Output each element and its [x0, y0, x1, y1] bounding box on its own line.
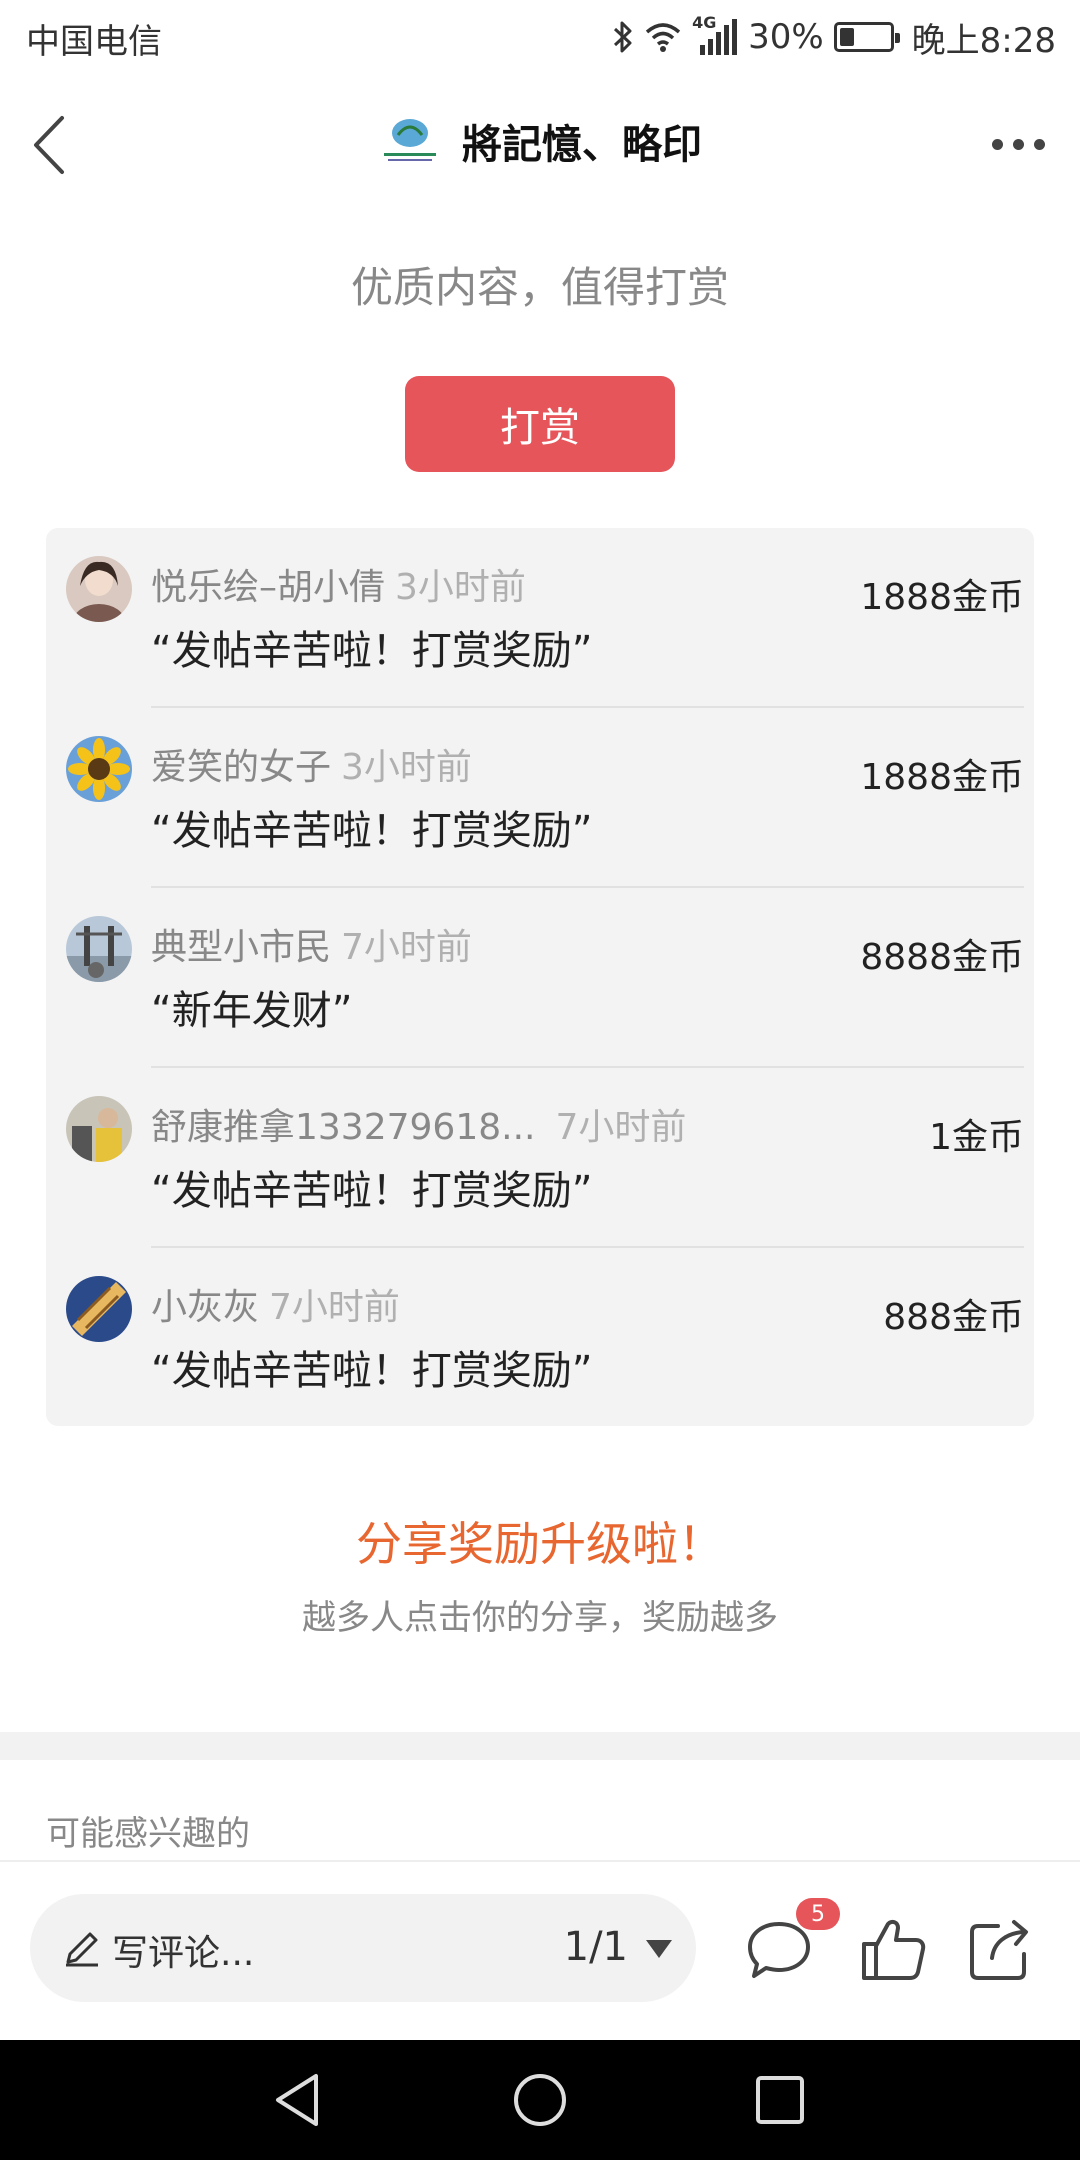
timestamp: 7小时前	[555, 1107, 687, 1148]
page: 中国电信 4G 30% 晚上8:28 將記憶、略印 优质内容，值得打赏 打赏 悦…	[0, 0, 1080, 2160]
caret-down-icon[interactable]	[644, 1938, 674, 1960]
reward-message: “发帖辛苦啦！打赏奖励”	[151, 808, 593, 854]
reward-message: “发帖辛苦啦！打赏奖励”	[151, 1348, 593, 1394]
nav-header: 將記憶、略印	[0, 74, 1080, 214]
page-title: 將記憶、略印	[462, 122, 702, 168]
timestamp: 3小时前	[395, 567, 526, 608]
clock: 晚上8:28	[911, 20, 1056, 61]
section-separator	[0, 1732, 1080, 1760]
reward-amount: 1金币	[929, 1117, 1024, 1158]
timestamp: 7小时前	[341, 927, 472, 968]
username[interactable]: 小灰灰	[151, 1287, 259, 1328]
reward-prompt: 优质内容，值得打赏	[350, 263, 729, 312]
timestamp: 3小时前	[341, 747, 472, 788]
reward-message: “发帖辛苦啦！打赏奖励”	[151, 628, 593, 674]
username[interactable]: 悦乐绘–胡小倩	[151, 567, 385, 608]
system-back-button[interactable]	[270, 2070, 330, 2130]
reward-meta: 舒康推拿133279618... 7小时前	[151, 1098, 686, 1150]
reward-list-item[interactable]: 爱笑的女子 3小时前 “发帖辛苦啦！打赏奖励” 1888金币	[46, 708, 1034, 888]
reward-amount: 1888金币	[860, 577, 1024, 618]
nav-title-group[interactable]: 將記憶、略印	[0, 112, 1080, 170]
recommend-section-title: 可能感兴趣的	[46, 1814, 250, 1854]
dot-icon	[1013, 138, 1024, 150]
reward-list-item[interactable]: 舒康推拿133279618... 7小时前 “发帖辛苦啦！打赏奖励” 1金币	[46, 1068, 1034, 1248]
thumbs-up-icon	[862, 1919, 926, 1980]
comment-placeholder: 写评论...	[112, 1933, 255, 1974]
cellular-signal-icon: 4G	[692, 13, 738, 57]
comment-count-badge: 5	[796, 1898, 840, 1930]
share-reward-subtitle: 越多人点击你的分享，奖励越多	[302, 1598, 778, 1638]
circle-home-icon	[514, 2074, 566, 2126]
more-options-button[interactable]	[992, 132, 1052, 156]
reward-message: “新年发财”	[151, 988, 353, 1034]
page-indicator[interactable]: 1/1	[564, 1924, 628, 1970]
avatar[interactable]	[66, 1096, 132, 1162]
avatar[interactable]	[66, 916, 132, 982]
reward-button[interactable]: 打赏	[405, 376, 675, 472]
reward-list-item[interactable]: 典型小市民 7小时前 “新年发财” 8888金币	[46, 888, 1034, 1068]
reward-meta: 小灰灰 7小时前	[151, 1278, 400, 1330]
username[interactable]: 舒康推拿133279618...	[151, 1107, 535, 1148]
reward-meta: 爱笑的女子 3小时前	[151, 738, 472, 790]
share-reward-title[interactable]: 分享奖励升级啦！	[0, 1508, 1080, 1574]
battery-icon	[833, 22, 900, 52]
battery-percent: 30%	[748, 17, 824, 57]
username[interactable]: 典型小市民	[151, 927, 331, 968]
status-icons: 4G 30% 晚上8:28	[612, 12, 1056, 62]
share-button[interactable]	[966, 1914, 1036, 1984]
system-home-button[interactable]	[510, 2070, 570, 2130]
reward-list: 悦乐绘–胡小倩 3小时前 “发帖辛苦啦！打赏奖励” 1888金币 爱笑的女子 3…	[46, 528, 1034, 1426]
system-recents-button[interactable]	[750, 2070, 810, 2130]
reward-meta: 典型小市民 7小时前	[151, 918, 472, 970]
bottom-action-bar: 写评论... 1/1 5	[0, 1862, 1080, 2040]
avatar[interactable]	[66, 1276, 132, 1342]
reward-meta: 悦乐绘–胡小倩 3小时前	[151, 558, 526, 610]
bluetooth-icon	[614, 21, 632, 53]
share-icon	[970, 1920, 1028, 1980]
wifi-icon	[645, 23, 681, 52]
square-recents-icon	[756, 2076, 804, 2124]
username[interactable]: 爱笑的女子	[151, 747, 331, 788]
pencil-icon	[66, 1932, 98, 1967]
dot-icon	[1034, 138, 1045, 150]
reward-list-item[interactable]: 小灰灰 7小时前 “发帖辛苦啦！打赏奖励” 888金币	[46, 1248, 1034, 1428]
like-button[interactable]	[858, 1914, 928, 1984]
reward-amount: 1888金币	[860, 757, 1024, 798]
status-bar: 中国电信 4G 30% 晚上8:28	[0, 0, 1080, 74]
reward-list-item[interactable]: 悦乐绘–胡小倩 3小时前 “发帖辛苦啦！打赏奖励” 1888金币	[46, 528, 1034, 708]
avatar[interactable]	[66, 556, 132, 622]
timestamp: 7小时前	[269, 1287, 400, 1328]
comment-input[interactable]: 写评论... 1/1	[30, 1894, 696, 2002]
group-logo-icon	[378, 113, 442, 169]
reward-amount: 888金币	[883, 1297, 1024, 1338]
reward-amount: 8888金币	[860, 937, 1024, 978]
reward-message: “发帖辛苦啦！打赏奖励”	[151, 1168, 593, 1214]
carrier-name: 中国电信	[26, 22, 162, 62]
avatar[interactable]	[66, 736, 132, 802]
battery-fill	[839, 28, 854, 46]
dot-icon	[992, 138, 1003, 150]
system-navigation-bar	[0, 2040, 1080, 2160]
triangle-back-icon	[276, 2074, 318, 2126]
